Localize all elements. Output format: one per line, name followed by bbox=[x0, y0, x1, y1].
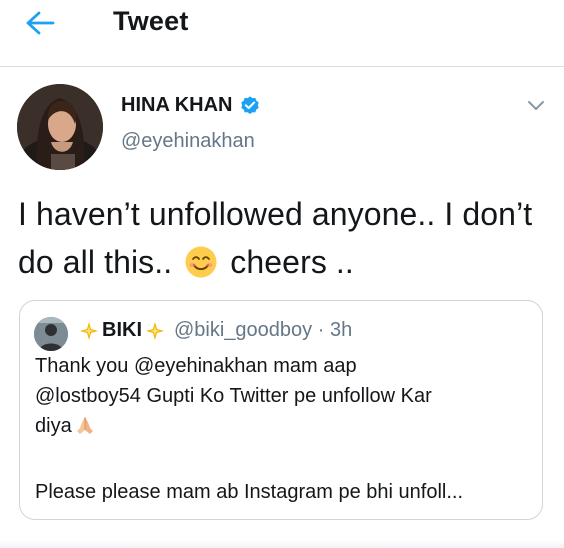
folded-hands-icon bbox=[76, 417, 93, 434]
arrow-left-icon bbox=[26, 11, 55, 35]
top-bar: Tweet bbox=[0, 0, 564, 67]
quoted-line-3-wrap: diya bbox=[35, 411, 535, 441]
quoted-author-avatar[interactable] bbox=[34, 317, 68, 351]
quoted-tweet-card[interactable]: BIKI @biki_goodboy · 3h Thank you @eyehi… bbox=[19, 300, 543, 520]
author-handle[interactable]: @eyehinakhan bbox=[121, 130, 255, 153]
smiling-face-icon bbox=[185, 246, 217, 278]
quoted-handle-and-time: @biki_goodboy · 3h bbox=[174, 319, 353, 341]
tweet-text-part2: cheers .. bbox=[230, 244, 354, 280]
quoted-line-4: Please please mam ab Instagram pe bhi un… bbox=[35, 481, 464, 503]
verified-badge-icon bbox=[241, 95, 260, 114]
page-title: Tweet bbox=[113, 6, 189, 36]
author-name[interactable]: HINA KHAN bbox=[121, 94, 261, 117]
quoted-line-2: @lostboy54 Gupti Ko Twitter pe unfollow … bbox=[35, 385, 432, 407]
avatar-image bbox=[17, 84, 103, 170]
quoted-avatar-image bbox=[34, 317, 68, 351]
tweet-text: I haven’t unfollowed anyone.. I don’t do… bbox=[18, 190, 548, 286]
author-avatar[interactable] bbox=[17, 84, 103, 170]
author-name-text: HINA KHAN bbox=[121, 94, 233, 116]
quoted-tweet-body: Thank you @eyehinakhan mam aap @lostboy5… bbox=[35, 351, 535, 441]
chevron-down-icon[interactable] bbox=[524, 96, 548, 116]
bottom-divider bbox=[0, 540, 564, 548]
tweet-detail-page: Tweet HINA KHAN @eyehinakhan I haven’t u… bbox=[0, 0, 564, 548]
back-button[interactable] bbox=[22, 8, 58, 38]
quoted-author-line: BIKI @biki_goodboy · 3h bbox=[76, 319, 352, 342]
sparkle-icon bbox=[146, 321, 164, 340]
quoted-author-name[interactable]: BIKI bbox=[102, 319, 142, 342]
quoted-line-3: diya bbox=[35, 415, 72, 437]
sparkle-icon bbox=[80, 321, 98, 340]
quoted-line-1: Thank you @eyehinakhan mam aap bbox=[35, 355, 357, 377]
